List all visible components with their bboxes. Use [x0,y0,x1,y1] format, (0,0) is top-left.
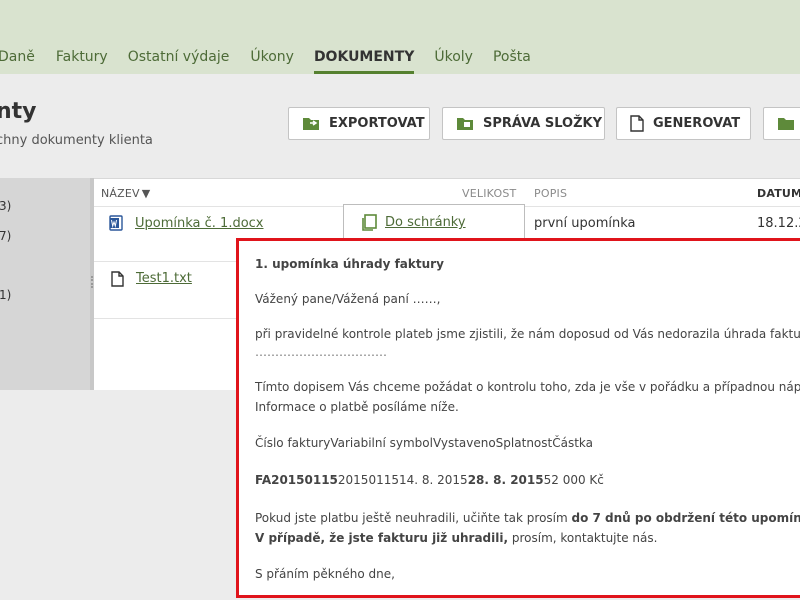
preview-paragraph: Tímto dopisem Vás chceme požádat o kontr… [255,380,800,394]
generate-label: GENEROVAT [653,116,741,131]
export-label: EXPORTOVAT [329,116,425,131]
tab-dane[interactable]: Daně [0,44,35,74]
preview-paragraph: V případě, že jste fakturu již uhradili,… [255,531,658,545]
tab-ostatni-vydaje[interactable]: Ostatní výdaje [128,44,230,74]
drag-handle-icon[interactable] [91,276,93,288]
sidebar-item-3[interactable]: 1) [0,288,11,302]
document-icon [630,115,644,132]
folder-settings-icon [456,116,474,131]
tab-posta[interactable]: Pošta [493,44,531,74]
file-name-link[interactable]: Upomínka č. 1.docx [135,216,264,231]
col-header-description[interactable]: POPIS [534,187,567,200]
preview-paragraph: Informace o platbě posíláme níže. [255,400,459,414]
generate-button[interactable]: GENEROVAT [616,107,751,140]
file-date: 18.12.2 [757,216,800,231]
manage-folder-label: SPRÁVA SLOŽKY [483,116,602,131]
document-preview: 1. upomínka úhrady faktury Vážený pane/V… [236,238,800,598]
more-toolbar-button[interactable] [763,107,800,140]
move-to-mailbox-popover[interactable]: Do schránky [343,204,525,241]
col-header-date[interactable]: DATUM [757,187,800,200]
preview-invoice-values: FA201501152015011514. 8. 201528. 8. 2015… [255,473,604,487]
export-button[interactable]: EXPORTOVAT [288,107,430,140]
tab-faktury[interactable]: Faktury [56,44,108,74]
folder-sidebar: 3) 7) 1) [0,178,90,390]
preview-paragraph: při pravidelné kontrole plateb jsme zjis… [255,327,800,341]
preview-closing: S přáním pěkného dne, [255,567,395,581]
preview-paragraph: …………………………… [255,345,387,359]
preview-greeting: Vážený pane/Vážená paní ……, [255,292,441,306]
preview-invoice-headers: Číslo fakturyVariabilní symbolVystavenoS… [255,436,593,450]
sidebar-item-1[interactable]: 3) [0,199,11,213]
col-header-size[interactable]: VELIKOST [462,187,516,200]
page-title: nty [0,99,37,124]
col-header-name[interactable]: NÁZEV ▼ [101,187,150,200]
preview-paragraph: Pokud jste platbu ještě neuhradili, učiň… [255,511,800,525]
word-file-icon [109,215,123,235]
copy-icon [360,213,377,232]
file-description: první upomínka [534,216,636,231]
page-subtitle: chny dokumenty klienta [0,133,153,148]
sort-arrow-icon: ▼ [141,187,151,200]
tab-ukoly[interactable]: Úkoly [434,44,473,74]
file-name-link[interactable]: Test1.txt [136,271,192,286]
text-file-icon [111,271,124,291]
folder-export-icon [302,116,320,131]
manage-folder-button[interactable]: SPRÁVA SLOŽKY [442,107,605,140]
tab-ukony[interactable]: Úkony [250,44,294,74]
preview-heading: 1. upomínka úhrady faktury [255,257,444,271]
tab-dokumenty[interactable]: DOKUMENTY [313,44,415,74]
move-to-mailbox-link[interactable]: Do schránky [385,215,466,230]
sidebar-item-2[interactable]: 7) [0,229,11,243]
main-nav: Daně Faktury Ostatní výdaje Úkony DOKUME… [0,44,531,74]
folder-icon [777,116,795,131]
